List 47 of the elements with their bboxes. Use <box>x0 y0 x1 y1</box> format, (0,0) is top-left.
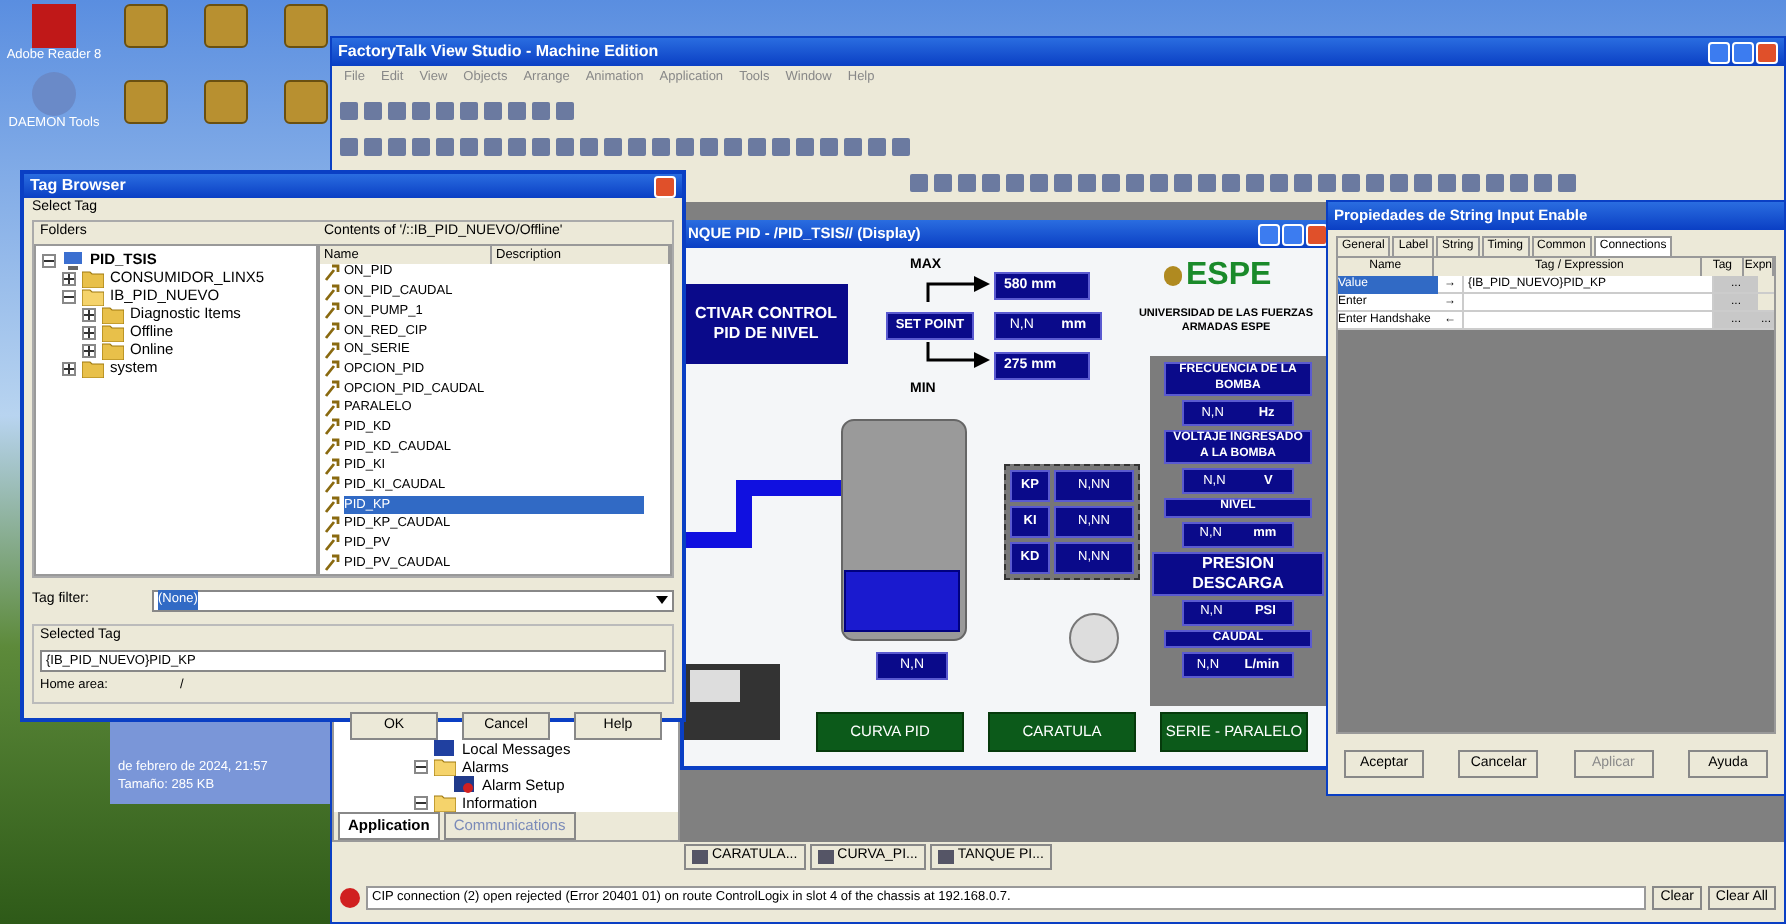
logo-text: ESPE <box>1186 260 1272 292</box>
arrow-icon <box>924 342 992 370</box>
dialog-title: Tag Browser <box>30 174 126 198</box>
shortcut-icon[interactable] <box>284 80 328 124</box>
arrow-icon <box>924 274 992 302</box>
minimize-icon[interactable] <box>1708 41 1730 63</box>
display-icon <box>937 850 954 864</box>
folder-icon <box>82 269 104 287</box>
close-icon[interactable] <box>1756 41 1778 63</box>
error-icon <box>340 888 360 908</box>
collapse-icon[interactable] <box>414 760 428 774</box>
message-icon <box>434 740 456 758</box>
expand-icon[interactable] <box>62 271 76 285</box>
collapse-icon[interactable] <box>62 289 76 303</box>
activate-button[interactable]: CTIVAR CONTROL PID DE NIVEL <box>684 284 848 364</box>
shortcut-icon[interactable] <box>124 80 168 124</box>
shortcut-icon[interactable] <box>204 80 248 124</box>
collapse-icon[interactable] <box>414 796 428 810</box>
computer-icon <box>62 251 84 269</box>
maximize-icon[interactable] <box>1732 41 1754 63</box>
hmi-terminal-drawing <box>684 664 780 740</box>
indicator-title: PRESION DESCARGA <box>1152 551 1324 595</box>
expand-icon[interactable] <box>82 307 96 321</box>
minimize-icon[interactable] <box>1258 223 1280 245</box>
pump-drawing <box>1068 612 1120 664</box>
folder-icon <box>82 287 104 305</box>
expand-icon[interactable] <box>62 361 76 375</box>
close-icon[interactable] <box>1306 223 1328 245</box>
folder-icon <box>102 323 124 341</box>
folder-icon <box>434 758 456 776</box>
folder-icon <box>82 359 104 377</box>
alarm-icon <box>454 776 476 794</box>
folder-icon <box>102 341 124 359</box>
shortcut-icon[interactable] <box>124 4 168 48</box>
folder-icon <box>102 305 124 323</box>
shortcut-icon[interactable] <box>204 4 248 48</box>
shortcut-icon[interactable] <box>284 4 328 48</box>
dropdown-icon <box>656 596 668 604</box>
display-icon <box>817 850 834 864</box>
crest-icon <box>1164 266 1182 286</box>
expand-icon[interactable] <box>82 343 96 357</box>
close-icon[interactable] <box>654 175 676 197</box>
maximize-icon[interactable] <box>1282 223 1304 245</box>
display-icon <box>692 850 708 864</box>
window-title: FactoryTalk View Studio - Machine Edition <box>338 40 659 64</box>
collapse-icon[interactable] <box>42 253 56 267</box>
expand-icon[interactable] <box>82 325 96 339</box>
